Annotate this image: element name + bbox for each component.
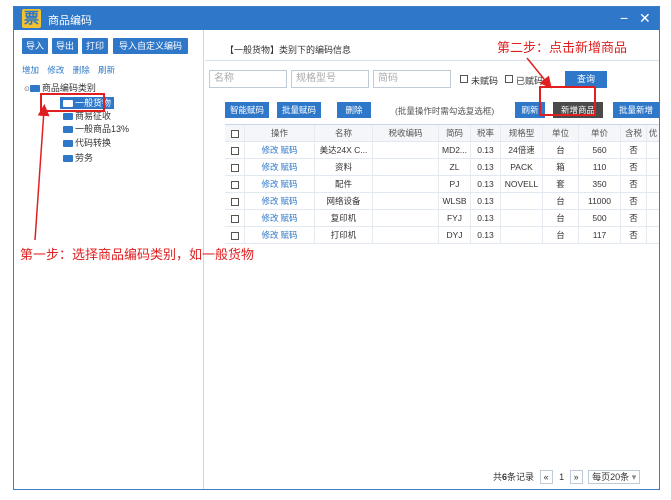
step2-arrow <box>526 57 552 89</box>
step1-arrow <box>34 104 50 241</box>
annotation-arrows <box>34 57 552 241</box>
